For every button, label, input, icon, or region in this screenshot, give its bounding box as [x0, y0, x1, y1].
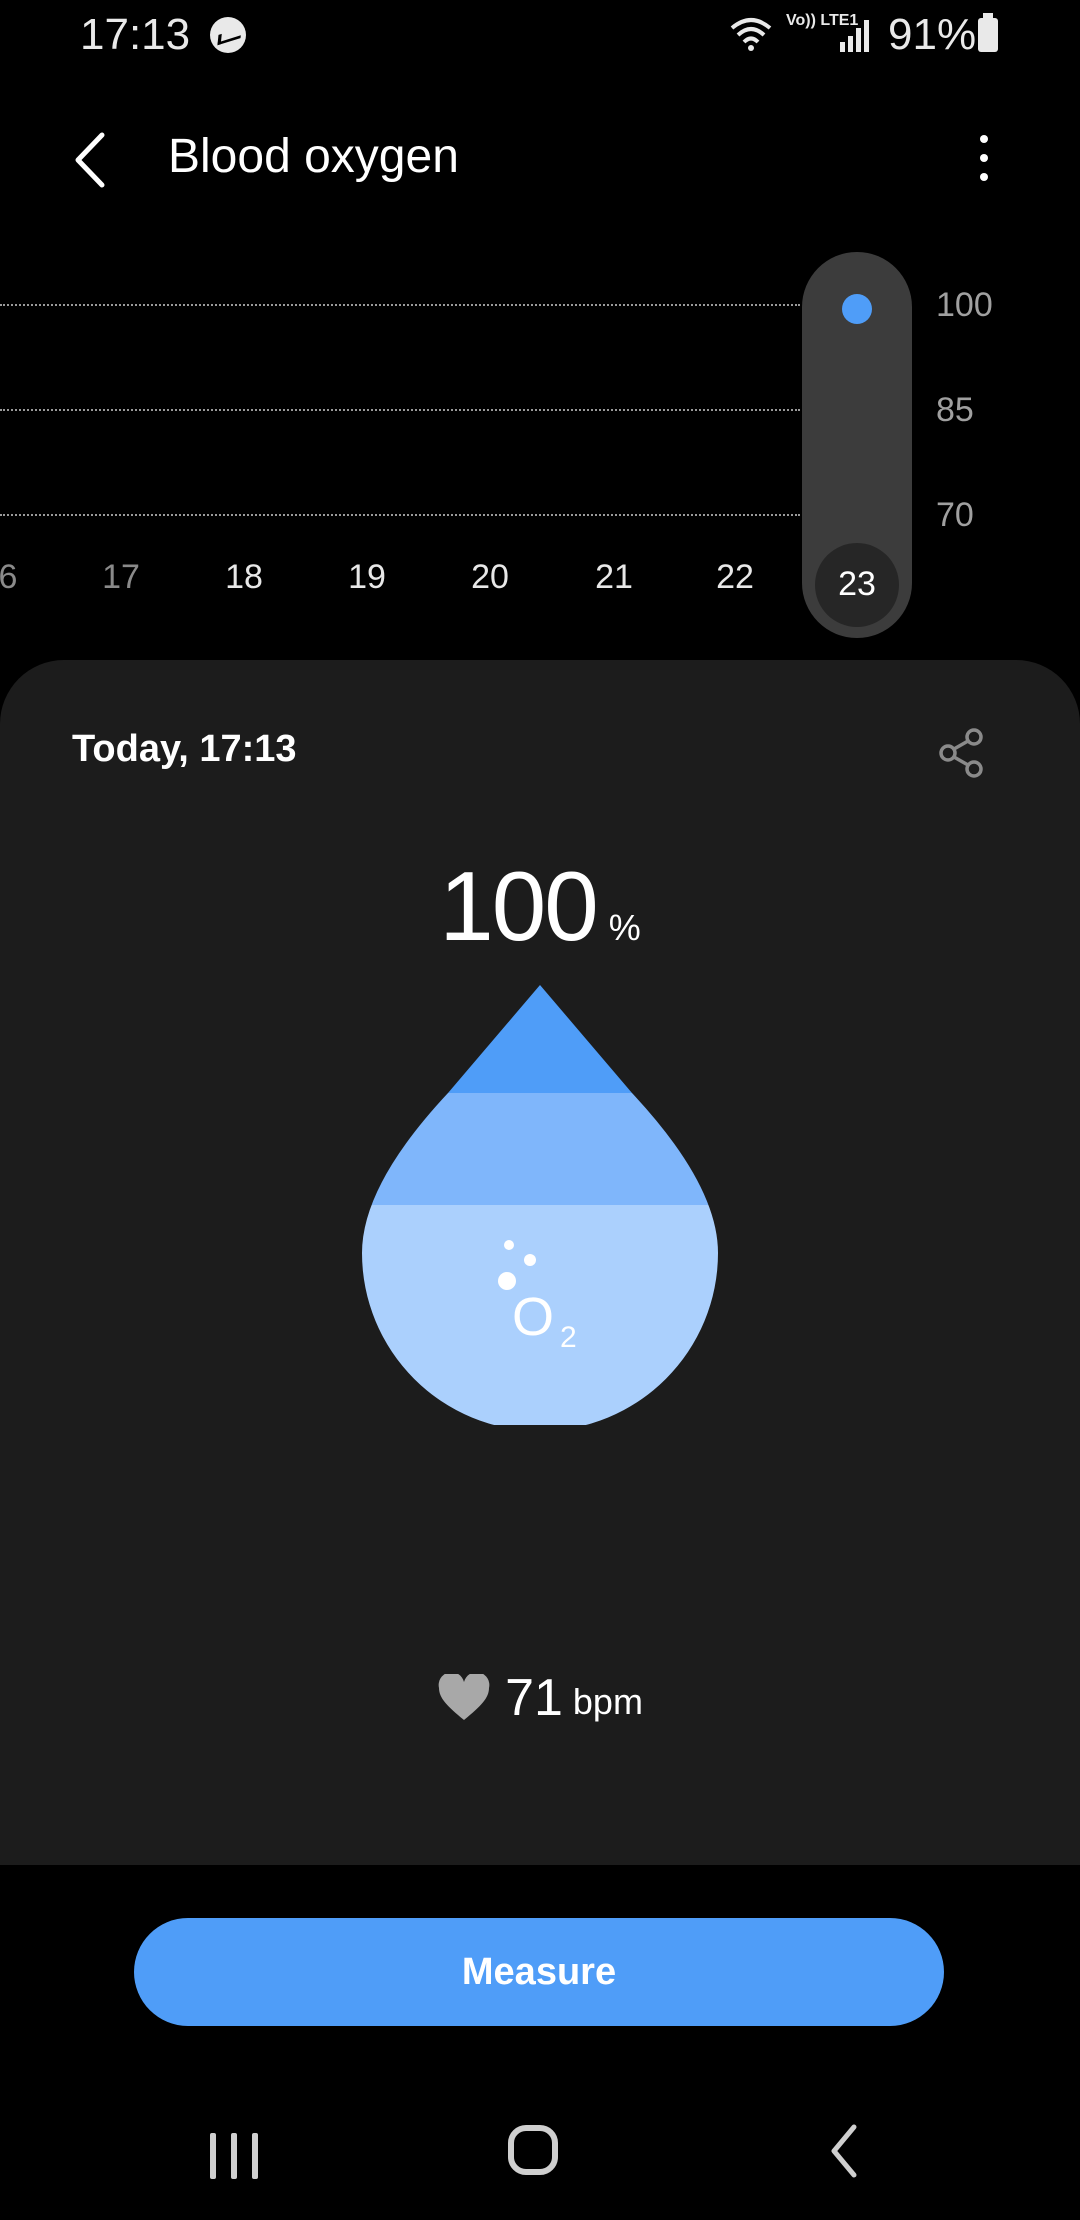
x-tick-label[interactable]: 6 — [0, 558, 17, 597]
oxygen-drop-icon: O 2 — [362, 985, 718, 1425]
spo2-unit: % — [608, 907, 641, 948]
home-icon[interactable] — [508, 2125, 558, 2175]
recents-icon[interactable] — [206, 2125, 262, 2181]
y-tick-label: 85 — [936, 391, 974, 429]
page-title: Blood oxygen — [168, 130, 459, 183]
heart-rate-value: 71 — [505, 1669, 563, 1727]
y-tick-label: 100 — [936, 286, 993, 324]
gridline-85 — [0, 409, 800, 411]
status-time: 17:13 — [80, 10, 191, 59]
navigation-bar — [0, 2085, 1080, 2220]
battery-icon — [978, 13, 998, 52]
selected-day-circle[interactable]: 23 — [815, 543, 899, 627]
battery-percent: 91% — [888, 10, 977, 59]
wifi-icon — [730, 18, 772, 51]
heart-icon — [438, 1674, 490, 1720]
spo2-value: 100 — [439, 851, 599, 961]
x-tick-label-selected: 23 — [838, 565, 876, 603]
spo2-reading: 100% — [0, 850, 1080, 963]
x-tick-label[interactable]: 18 — [225, 558, 263, 597]
x-tick-label[interactable]: 17 — [102, 558, 140, 597]
share-icon[interactable] — [934, 725, 990, 781]
status-bar: 17:13 Vo)) LTE1 91% — [0, 0, 1080, 72]
back-icon[interactable] — [818, 2121, 878, 2181]
gridline-70 — [0, 514, 800, 516]
messenger-icon — [210, 17, 246, 53]
reading-date: Today, 17:13 — [72, 728, 297, 770]
data-point[interactable] — [842, 294, 872, 324]
selected-day-highlight[interactable]: 23 — [802, 252, 912, 638]
chevron-left-icon[interactable] — [62, 125, 122, 195]
o2-subscript: 2 — [560, 1321, 577, 1354]
gridline-100 — [0, 304, 800, 306]
x-tick-label[interactable]: 20 — [471, 558, 509, 597]
heart-rate: 71 bpm — [0, 1668, 1080, 1728]
measure-button[interactable]: Measure — [134, 1918, 944, 2026]
signal-icon — [840, 20, 869, 52]
more-vertical-icon[interactable] — [960, 123, 1006, 193]
x-tick-label[interactable]: 19 — [348, 558, 386, 597]
o2-label: O — [512, 1287, 554, 1347]
spo2-chart[interactable]: 100 85 70 6 17 18 19 20 21 22 23 — [0, 240, 1080, 640]
heart-rate-unit: bpm — [572, 1681, 643, 1723]
reading-card: Today, 17:13 100% O 2 71 bpm — [0, 660, 1080, 1865]
x-tick-label[interactable]: 22 — [716, 558, 754, 597]
app-header: Blood oxygen — [0, 95, 1080, 225]
y-tick-label: 70 — [936, 496, 974, 534]
x-tick-label[interactable]: 21 — [595, 558, 633, 597]
